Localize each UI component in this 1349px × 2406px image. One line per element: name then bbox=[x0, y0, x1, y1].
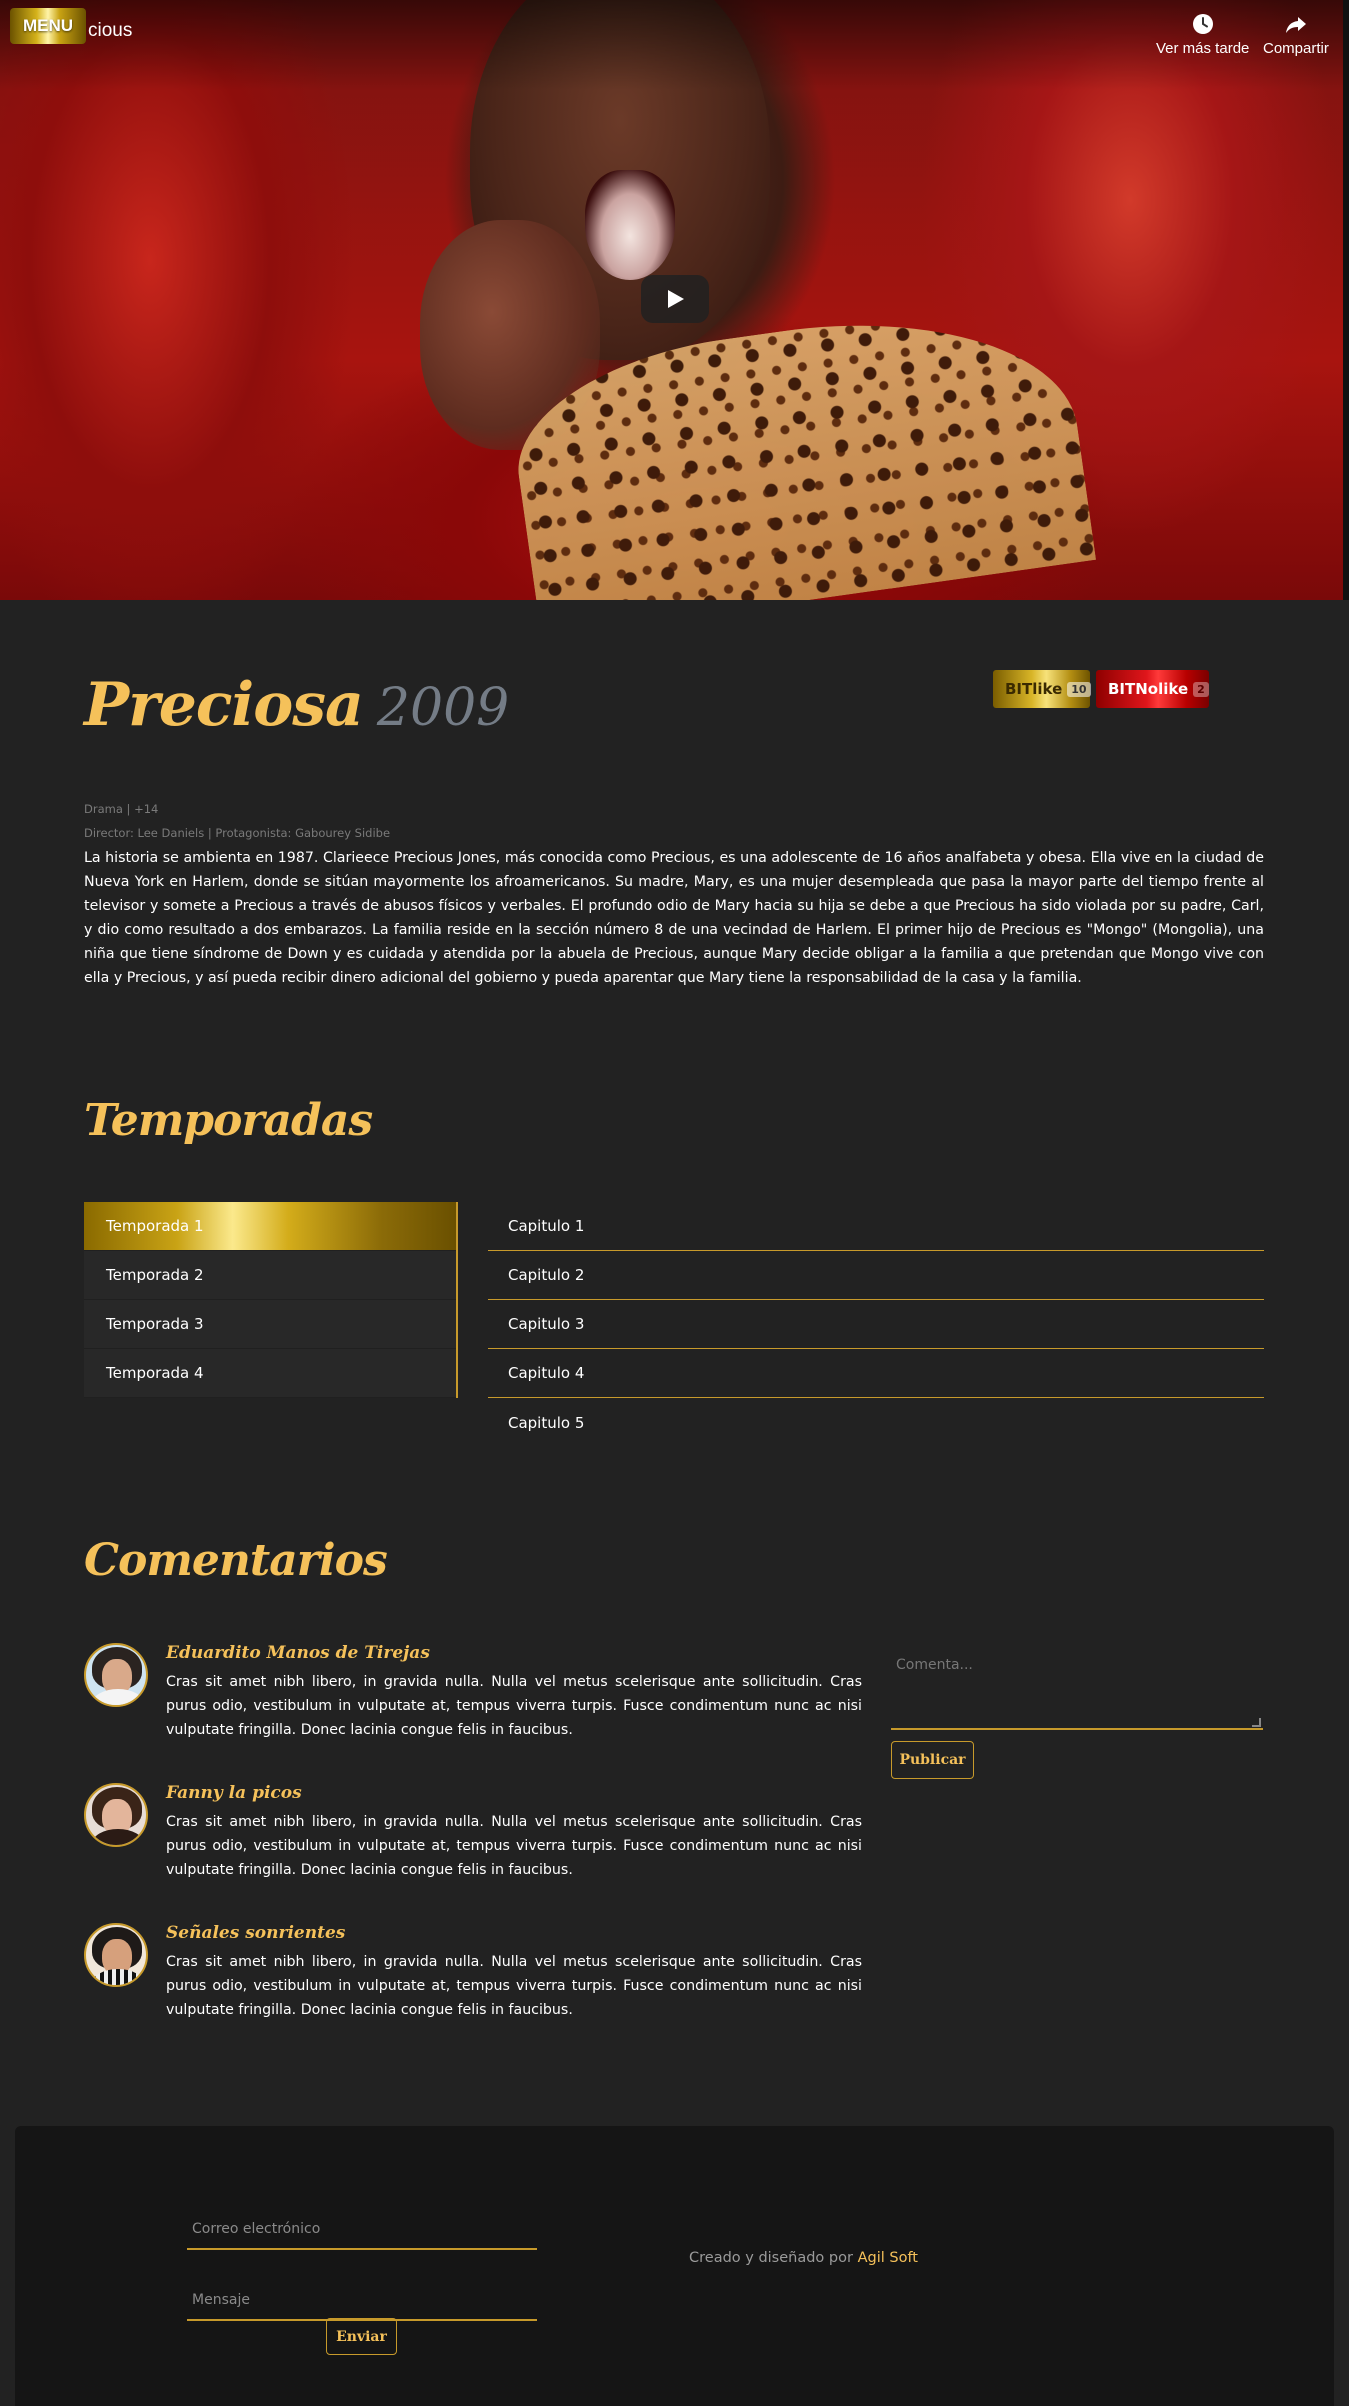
director-cast: Director: Lee Daniels | Protagonista: Ga… bbox=[84, 826, 391, 840]
share-button[interactable]: Compartir bbox=[1263, 12, 1329, 57]
credits-prefix: Creado y diseñado por bbox=[689, 2250, 853, 2266]
like-label: BITlike bbox=[1005, 680, 1063, 698]
movie-heading: Preciosa 2009 bbox=[84, 670, 509, 740]
comment-item: Señales sonrientes Cras sit amet nibh li… bbox=[84, 1923, 862, 2033]
chapter-item-1[interactable]: Capitulo 1 bbox=[488, 1202, 1264, 1251]
synopsis: La historia se ambienta en 1987. Clariee… bbox=[84, 850, 1264, 986]
season-tab-1[interactable]: Temporada 1 bbox=[84, 1202, 456, 1251]
play-icon bbox=[668, 290, 684, 308]
resize-grip-icon[interactable] bbox=[1252, 1718, 1261, 1727]
comment-text: Cras sit amet nibh libero, in gravida nu… bbox=[166, 1674, 862, 1738]
chapter-item-2[interactable]: Capitulo 2 bbox=[488, 1251, 1264, 1300]
credits: Creado y diseñado por Agil Soft bbox=[689, 2250, 918, 2266]
chapter-list: Capitulo 1 Capitulo 2 Capitulo 3 Capitul… bbox=[488, 1202, 1264, 1447]
video-edge bbox=[1343, 0, 1349, 600]
dislike-button[interactable]: BITNolike 2 bbox=[1096, 670, 1209, 708]
comment-author: Eduardito Manos de Tirejas bbox=[166, 1643, 430, 1663]
comment-author: Señales sonrientes bbox=[166, 1923, 346, 1943]
watch-later-label: Ver más tarde bbox=[1156, 40, 1250, 57]
menu-button[interactable]: MENU bbox=[10, 8, 86, 44]
publish-button[interactable]: Publicar bbox=[891, 1741, 974, 1779]
comment-item: Eduardito Manos de Tirejas Cras sit amet… bbox=[84, 1643, 862, 1753]
share-arrow-icon bbox=[1285, 17, 1306, 33]
send-button[interactable]: Enviar bbox=[326, 2318, 397, 2355]
movie-title: Preciosa bbox=[84, 670, 364, 740]
seasons-heading: Temporadas bbox=[84, 1095, 373, 1146]
chapter-item-3[interactable]: Capitulo 3 bbox=[488, 1300, 1264, 1349]
chapter-item-5[interactable]: Capitulo 5 bbox=[488, 1398, 1264, 1447]
comment-input[interactable] bbox=[891, 1645, 1263, 1730]
video-frame-mouth bbox=[585, 170, 675, 280]
dislike-count-badge: 2 bbox=[1193, 681, 1209, 697]
play-button[interactable] bbox=[641, 275, 709, 323]
credits-brand-link[interactable]: Agil Soft bbox=[858, 2250, 918, 2266]
movie-year: 2009 bbox=[376, 678, 510, 738]
comment-author: Fanny la picos bbox=[166, 1783, 302, 1803]
season-tab-4[interactable]: Temporada 4 bbox=[84, 1349, 456, 1398]
email-field[interactable] bbox=[187, 2210, 537, 2250]
season-list: Temporada 1 Temporada 2 Temporada 3 Temp… bbox=[84, 1202, 458, 1398]
video-top-shade bbox=[0, 0, 1349, 90]
genre-rating: Drama | +14 bbox=[84, 802, 159, 816]
avatar bbox=[84, 1783, 148, 1847]
video-title[interactable]: cious bbox=[88, 20, 132, 42]
season-tab-2[interactable]: Temporada 2 bbox=[84, 1251, 456, 1300]
chapter-item-4[interactable]: Capitulo 4 bbox=[488, 1349, 1264, 1398]
season-tab-3[interactable]: Temporada 3 bbox=[84, 1300, 456, 1349]
message-field[interactable] bbox=[187, 2281, 537, 2321]
comment-text: Cras sit amet nibh libero, in gravida nu… bbox=[166, 1814, 862, 1878]
comments-heading: Comentarios bbox=[84, 1535, 388, 1586]
watch-later-button[interactable]: Ver más tarde bbox=[1156, 12, 1249, 57]
video-player[interactable]: MENU cious Ver más tarde Compartir bbox=[0, 0, 1349, 600]
avatar bbox=[84, 1643, 148, 1707]
share-label: Compartir bbox=[1263, 40, 1329, 57]
like-count-badge: 10 bbox=[1067, 681, 1091, 697]
footer: Enviar Creado y diseñado por Agil Soft bbox=[15, 2126, 1334, 2406]
comment-text: Cras sit amet nibh libero, in gravida nu… bbox=[166, 1954, 862, 2018]
comment-item: Fanny la picos Cras sit amet nibh libero… bbox=[84, 1783, 862, 1893]
like-button[interactable]: BITlike 10 bbox=[993, 670, 1091, 708]
clock-icon bbox=[1192, 14, 1213, 34]
dislike-label: BITNolike bbox=[1108, 680, 1189, 698]
avatar bbox=[84, 1923, 148, 1987]
